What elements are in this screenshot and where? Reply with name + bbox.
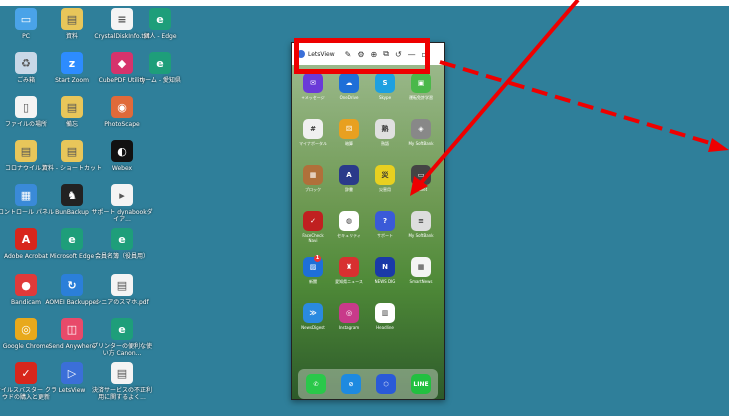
arrow-line-dashed (439, 60, 721, 148)
arrow-line-solid (418, 0, 580, 186)
arrow-head-dashed (708, 138, 729, 152)
annotation-arrows (410, 0, 729, 196)
